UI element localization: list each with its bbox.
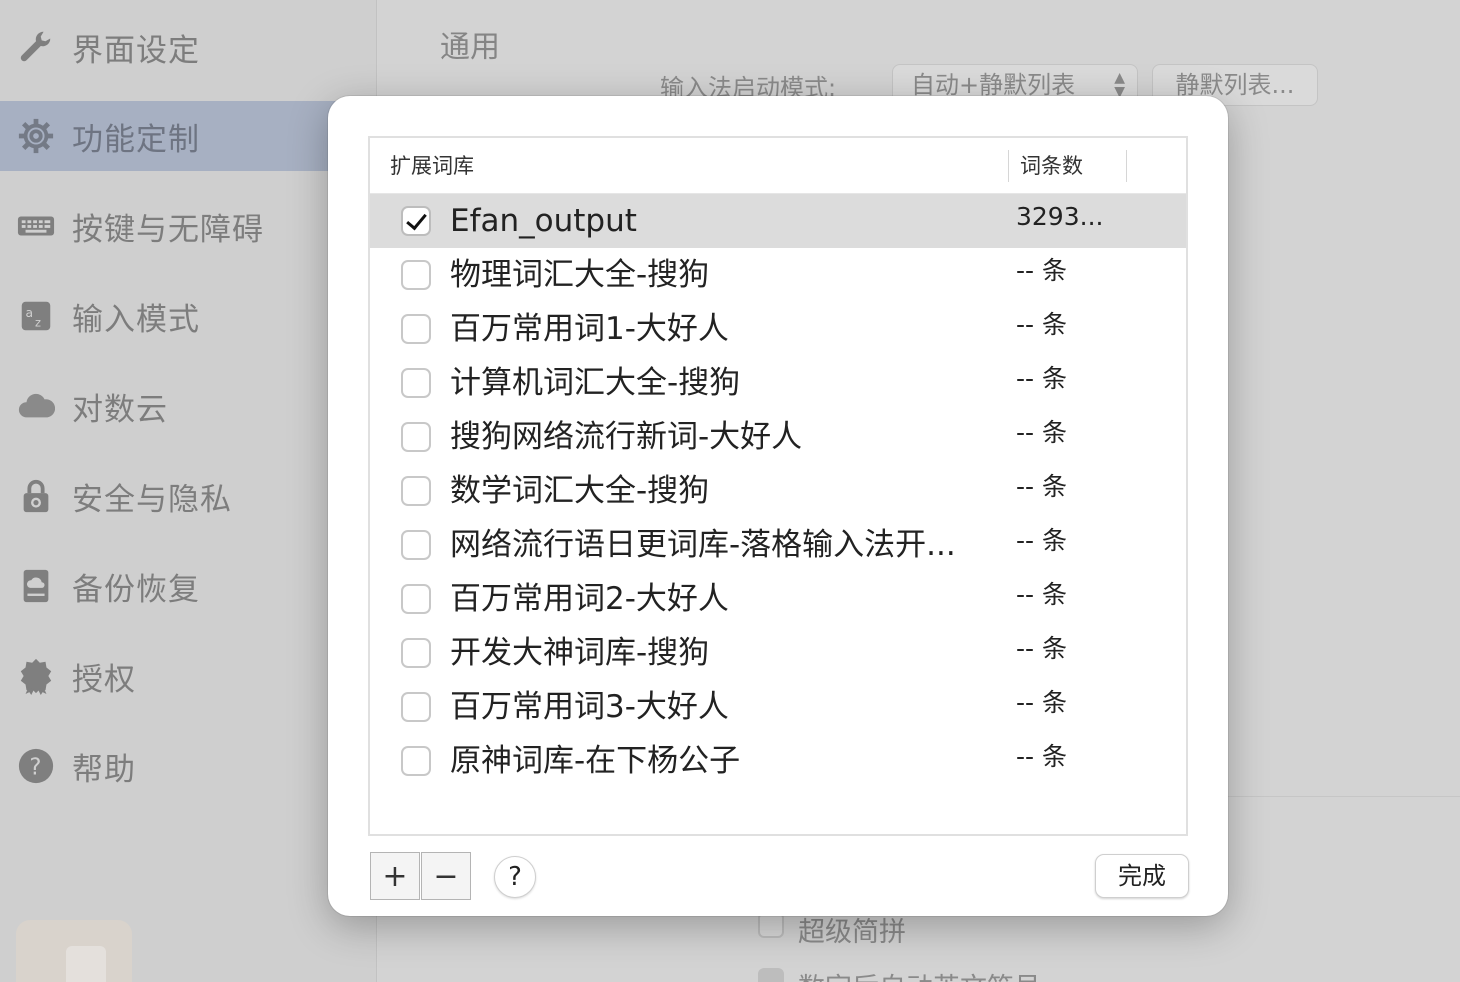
wrench-icon — [16, 27, 56, 67]
gear-icon — [16, 116, 56, 156]
help-icon: ? — [16, 746, 56, 786]
sidebar-item-label: 对数云 — [72, 391, 168, 428]
row-name: 百万常用词1-大好人 — [450, 311, 729, 347]
row-checkbox[interactable] — [401, 584, 431, 614]
row-count: -- 条 — [1016, 472, 1067, 501]
row-checkbox[interactable] — [401, 746, 431, 776]
row-checkbox[interactable] — [401, 260, 431, 290]
sidebar-item-label: 安全与隐私 — [72, 481, 232, 518]
table-row[interactable]: 百万常用词2-大好人 -- 条 — [370, 572, 1186, 626]
row-checkbox[interactable] — [401, 206, 431, 236]
add-dictionary-button[interactable]: + — [370, 852, 420, 900]
svg-text:?: ? — [29, 755, 41, 781]
remove-dictionary-button[interactable]: − — [421, 852, 471, 900]
row-checkbox[interactable] — [401, 530, 431, 560]
row-name: Efan_output — [450, 203, 637, 239]
sidebar-item-label: 按键与无障碍 — [72, 211, 264, 248]
table-row[interactable]: 计算机词汇大全-搜狗 -- 条 — [370, 356, 1186, 410]
dictionary-table: 扩展词库 词条数 Efan_output 3293... 物理词汇大全-搜狗 -… — [368, 136, 1188, 836]
table-row[interactable]: 数学词汇大全-搜狗 -- 条 — [370, 464, 1186, 518]
sidebar-item-input-mode[interactable]: az 输入模式 — [0, 281, 377, 351]
row-count: -- 条 — [1016, 418, 1067, 447]
sidebar-item-features[interactable]: 功能定制 — [0, 101, 377, 171]
row-count: -- 条 — [1016, 634, 1067, 663]
row-name: 原神词库-在下杨公子 — [450, 743, 741, 779]
row-checkbox[interactable] — [401, 476, 431, 506]
page-title: 通用 — [440, 30, 500, 65]
auto-english-punct-checkbox[interactable] — [758, 968, 784, 982]
sidebar-item-keys-accessibility[interactable]: 按键与无障碍 — [0, 191, 377, 261]
row-count: -- 条 — [1016, 580, 1067, 609]
sidebar-item-license[interactable]: 授权 — [0, 641, 377, 711]
row-name: 网络流行语日更词库-落格输入法开... — [450, 527, 956, 563]
table-row[interactable]: Efan_output 3293... — [370, 194, 1186, 248]
table-row[interactable]: 搜狗网络流行新词-大好人 -- 条 — [370, 410, 1186, 464]
row-name: 百万常用词3-大好人 — [450, 689, 729, 725]
sidebar-item-label: 输入模式 — [72, 301, 200, 338]
row-checkbox[interactable] — [401, 368, 431, 398]
row-name: 百万常用词2-大好人 — [450, 581, 729, 617]
row-count: -- 条 — [1016, 742, 1067, 771]
table-row[interactable]: 网络流行语日更词库-落格输入法开... -- 条 — [370, 518, 1186, 572]
sidebar-item-interface[interactable]: 界面设定 — [0, 12, 377, 82]
column-separator[interactable] — [1008, 150, 1009, 182]
sidebar-item-label: 备份恢复 — [72, 571, 200, 608]
sidebar-item-label: 功能定制 — [72, 121, 200, 158]
table-row[interactable]: 百万常用词3-大好人 -- 条 — [370, 680, 1186, 734]
input-mode-icon: az — [16, 296, 56, 336]
table-row[interactable]: 开发大神词库-搜狗 -- 条 — [370, 626, 1186, 680]
auto-english-punct-label: 数字后自动英文符号 — [798, 966, 1041, 982]
sidebar-item-security-privacy[interactable]: 安全与隐私 — [0, 461, 377, 531]
sidebar-item-label: 界面设定 — [72, 32, 200, 69]
row-name: 计算机词汇大全-搜狗 — [450, 365, 741, 401]
keyboard-icon — [16, 206, 56, 246]
startup-mode-value: 自动+静默列表 — [911, 71, 1076, 99]
row-name: 搜狗网络流行新词-大好人 — [450, 419, 803, 455]
sidebar-item-label: 帮助 — [72, 751, 136, 788]
svg-text:a: a — [26, 306, 34, 320]
row-count: -- 条 — [1016, 364, 1067, 393]
table-row[interactable]: 百万常用词1-大好人 -- 条 — [370, 302, 1186, 356]
badge-icon — [16, 656, 56, 696]
sidebar-item-cloud[interactable]: 对数云 — [0, 371, 377, 441]
column-separator[interactable] — [1126, 150, 1127, 182]
sidebar-item-label: 授权 — [72, 661, 136, 698]
row-count: 3293... — [1016, 202, 1104, 231]
table-row[interactable]: 物理词汇大全-搜狗 -- 条 — [370, 248, 1186, 302]
row-name: 开发大神词库-搜狗 — [450, 635, 710, 671]
cloud-icon — [16, 386, 56, 426]
row-count: -- 条 — [1016, 526, 1067, 555]
lock-icon — [16, 476, 56, 516]
done-button[interactable]: 完成 — [1095, 854, 1189, 898]
row-count: -- 条 — [1016, 688, 1067, 717]
row-checkbox[interactable] — [401, 422, 431, 452]
help-button[interactable]: ? — [494, 856, 536, 898]
sidebar: 界面设定 功能定制 按键与无障碍 az 输入模式 对数云 安全与隐私 备份恢复 … — [0, 0, 377, 982]
dictionary-sheet: 扩展词库 词条数 Efan_output 3293... 物理词汇大全-搜狗 -… — [328, 96, 1228, 916]
sidebar-item-backup[interactable]: 备份恢复 — [0, 551, 377, 621]
column-header-count[interactable]: 词条数 — [1020, 138, 1083, 194]
row-checkbox[interactable] — [401, 314, 431, 344]
backup-drive-icon — [16, 566, 56, 606]
column-header-name[interactable]: 扩展词库 — [390, 138, 474, 194]
table-header: 扩展词库 词条数 — [370, 138, 1186, 194]
row-count: -- 条 — [1016, 256, 1067, 285]
svg-text:z: z — [35, 315, 41, 329]
row-count: -- 条 — [1016, 310, 1067, 339]
row-name: 物理词汇大全-搜狗 — [450, 257, 710, 293]
sidebar-item-help[interactable]: ? 帮助 — [0, 731, 377, 801]
row-checkbox[interactable] — [401, 692, 431, 722]
app-logo — [16, 920, 132, 982]
chevron-updown-icon: ▲ ▼ — [1114, 70, 1125, 100]
row-name: 数学词汇大全-搜狗 — [450, 473, 710, 509]
table-row[interactable]: 原神词库-在下杨公子 -- 条 — [370, 734, 1186, 788]
row-checkbox[interactable] — [401, 638, 431, 668]
